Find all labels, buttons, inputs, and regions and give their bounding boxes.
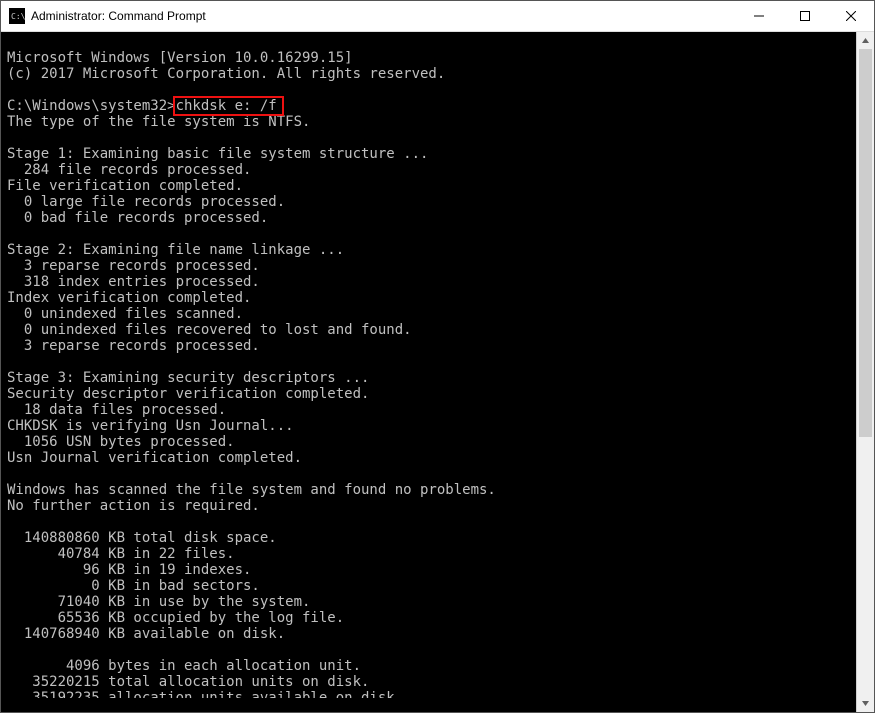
- maximize-button[interactable]: [782, 1, 828, 31]
- console-output[interactable]: Microsoft Windows [Version 10.0.16299.15…: [1, 46, 856, 698]
- minimize-button[interactable]: [736, 1, 782, 31]
- close-button[interactable]: [828, 1, 874, 31]
- scroll-thumb[interactable]: [859, 49, 872, 437]
- command-prompt-window: C:\ Administrator: Command Prompt Micros…: [0, 0, 875, 713]
- scroll-up-button[interactable]: [857, 32, 874, 49]
- typed-command: chkdsk e: /f: [176, 98, 277, 114]
- vertical-scrollbar[interactable]: [856, 32, 874, 712]
- window-title: Administrator: Command Prompt: [31, 9, 736, 23]
- console-area: Microsoft Windows [Version 10.0.16299.15…: [1, 32, 874, 712]
- scroll-track[interactable]: [857, 49, 874, 695]
- titlebar[interactable]: C:\ Administrator: Command Prompt: [1, 1, 874, 32]
- scroll-down-button[interactable]: [857, 695, 874, 712]
- svg-text:C:\: C:\: [11, 12, 25, 21]
- app-icon: C:\: [9, 8, 25, 24]
